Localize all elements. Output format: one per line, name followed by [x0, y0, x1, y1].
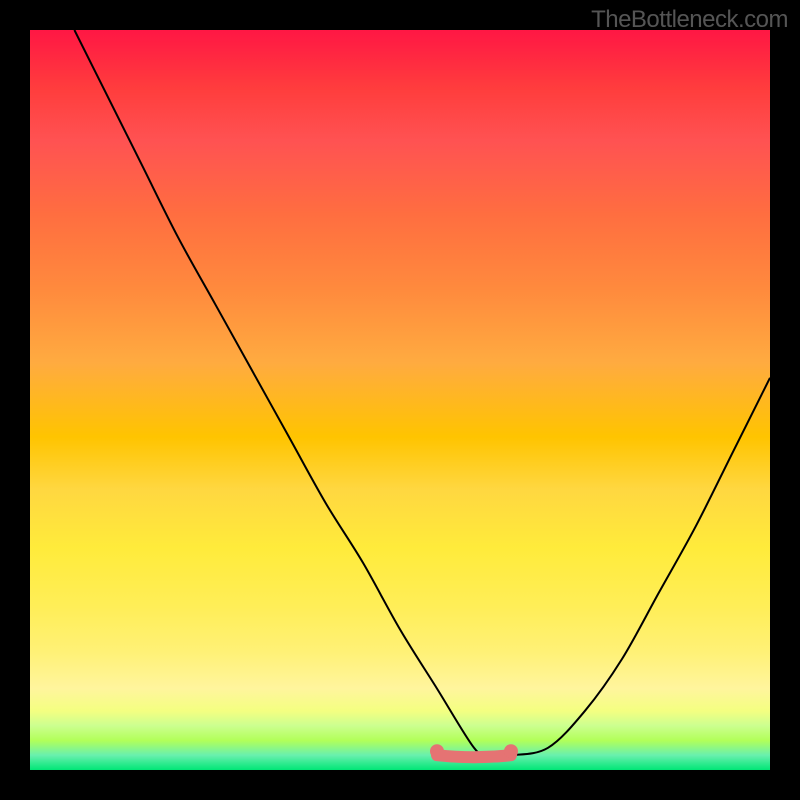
watermark-text: TheBottleneck.com: [591, 6, 788, 34]
chart-plot-area: [30, 30, 770, 770]
flat-region-emphasis: [437, 755, 511, 757]
chart-svg: [30, 30, 770, 770]
flat-region-dot-left: [430, 744, 444, 758]
flat-region-dot-right: [504, 744, 518, 758]
bottleneck-curve: [74, 30, 770, 756]
